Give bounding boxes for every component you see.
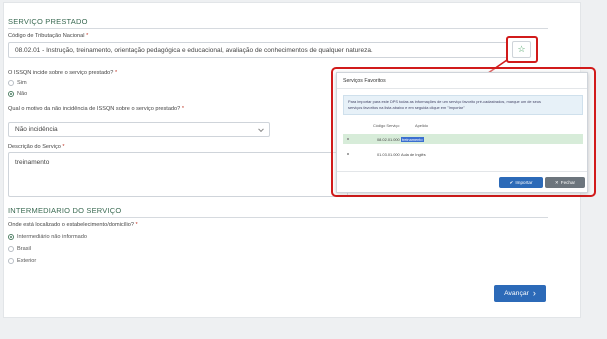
table-row[interactable]: 01.03.01.000 Aula de Inglês	[343, 149, 583, 159]
codigo-tributacao-field[interactable]: 08.02.01 - Instrução, treinamento, orien…	[8, 42, 508, 58]
col-header-codigo: Código Serviço	[373, 123, 400, 128]
modal-title: Serviços Favoritos	[337, 73, 587, 89]
radio-intermediario-nao-informado[interactable]: Intermediário não informado	[8, 234, 87, 240]
table-row[interactable]: 08.02.01.000 treinamento	[343, 134, 583, 144]
codigo-value: 08.02.01 - Instrução, treinamento, orien…	[15, 46, 373, 54]
section-divider	[8, 217, 548, 218]
modal-footer-divider	[337, 171, 587, 172]
section-title-intermediario: INTERMEDIARIO DO SERVIÇO	[8, 206, 122, 215]
col-header-apelido: Apelido	[415, 123, 428, 128]
descricao-textarea[interactable]: treinamento	[8, 152, 348, 197]
issqn-label: O ISSQN incide sobre o serviço prestado?…	[8, 70, 118, 76]
radio-circle-selected	[8, 234, 14, 240]
section-title-servico: SERVIÇO PRESTADO	[8, 17, 88, 26]
chevron-right-icon: ›	[532, 288, 536, 298]
radio-circle	[8, 80, 14, 86]
section-divider	[8, 28, 548, 29]
favoritos-modal: Serviços Favoritos Para importar para es…	[336, 72, 588, 193]
radio-intermediario-brasil[interactable]: Brasil	[8, 246, 31, 252]
row-radio-icon	[347, 138, 349, 140]
radio-circle	[8, 258, 14, 264]
local-label: Onde está localizado o estabelecimento/d…	[8, 222, 138, 228]
radio-issqn-nao[interactable]: Não	[8, 91, 27, 97]
radio-issqn-sim[interactable]: Sim	[8, 80, 27, 86]
star-highlight-box	[506, 36, 538, 63]
descricao-label: Descrição do Serviço *	[8, 144, 65, 150]
motivo-label: Qual o motivo da não incidência de ISSQN…	[8, 106, 185, 112]
modal-info-box: Para importar para este DPS todas as inf…	[343, 95, 583, 115]
motivo-select[interactable]: Não incidência	[8, 122, 270, 137]
radio-intermediario-exterior[interactable]: Exterior	[8, 258, 36, 264]
avancar-button[interactable]: Avançar ›	[494, 285, 546, 302]
importar-button[interactable]: ✔ Importar	[499, 177, 543, 188]
radio-circle-selected	[8, 91, 14, 97]
codigo-label: Código de Tributação Nacional *	[8, 33, 89, 39]
row-radio-icon	[347, 153, 349, 155]
close-icon: ✕	[554, 179, 559, 185]
check-icon: ✔	[509, 179, 514, 185]
chevron-down-icon	[258, 125, 264, 132]
fechar-button[interactable]: ✕ Fechar	[545, 177, 585, 188]
radio-circle	[8, 246, 14, 252]
